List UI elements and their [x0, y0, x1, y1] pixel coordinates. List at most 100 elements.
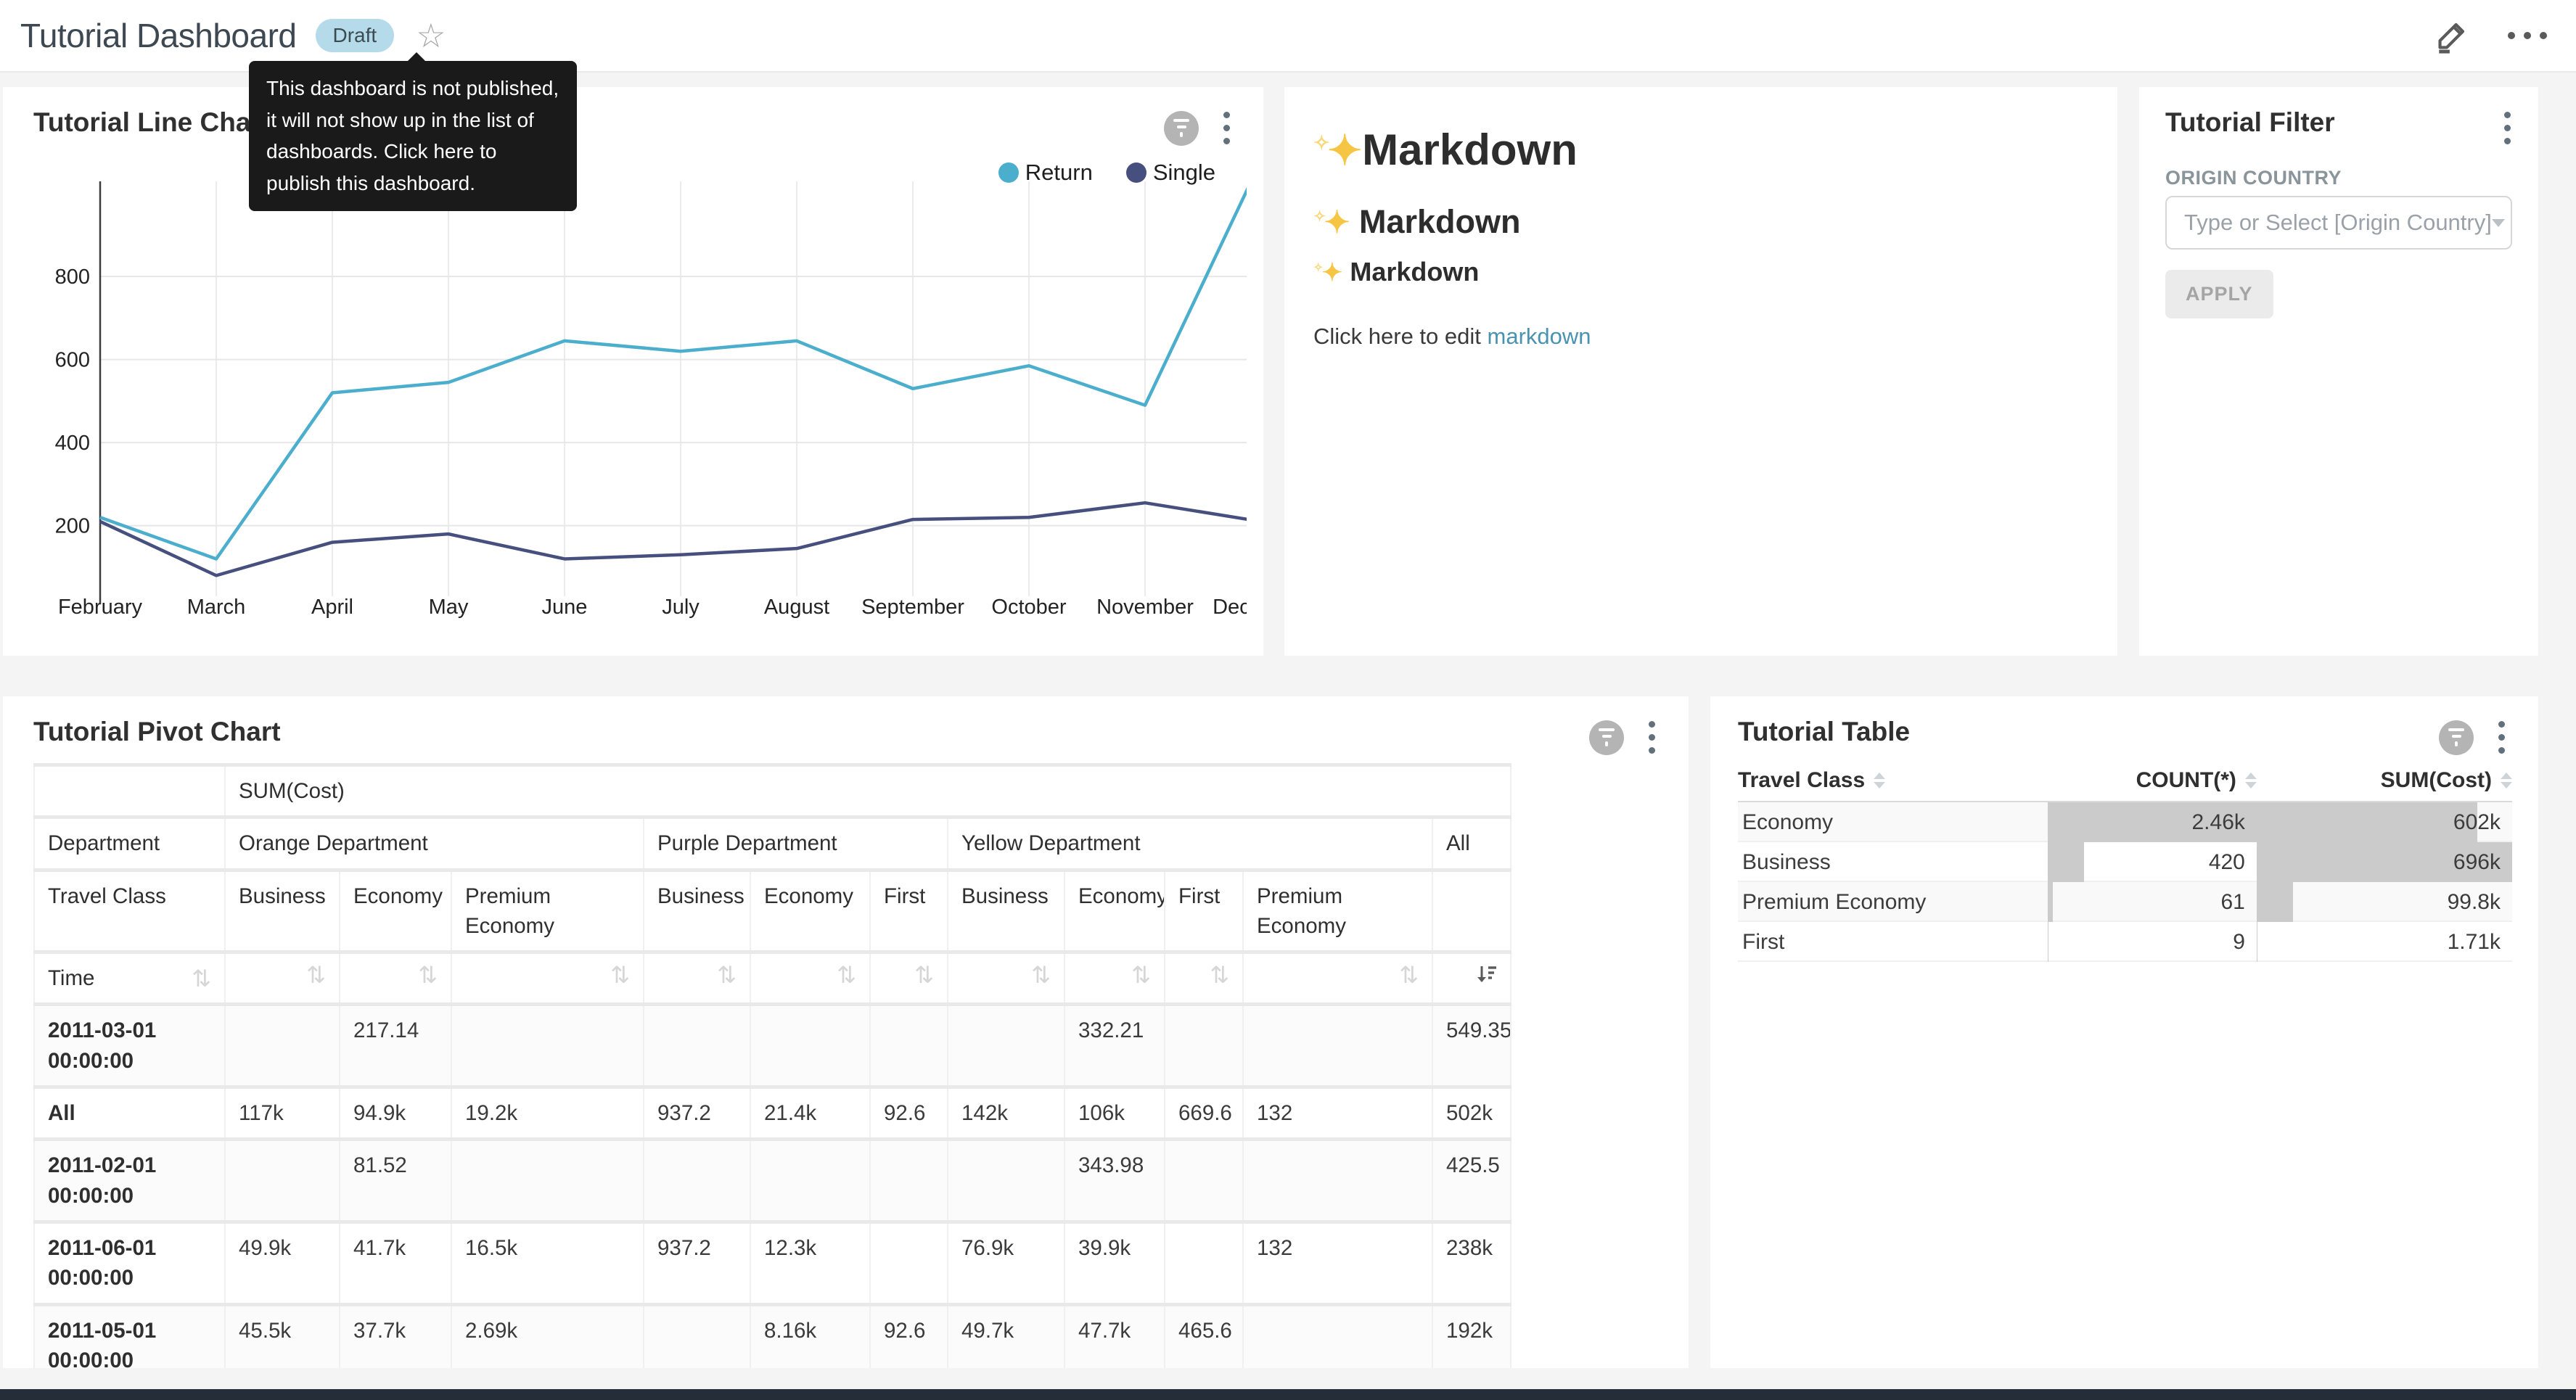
pivot-cell: 502k	[1432, 1087, 1511, 1140]
pivot-time-cell: ⇅	[870, 952, 948, 1005]
pivot-metric-row: SUM(Cost)	[34, 765, 1511, 818]
x-axis-label: October	[991, 596, 1066, 619]
pivot-time-cell: ⇅	[750, 952, 870, 1005]
pivot-time-cell: ⇅	[1243, 952, 1432, 1005]
table-card: Tutorial Table Travel ClassCOUNT(*)SUM(C…	[1710, 696, 2538, 1368]
pivot-time-cell: ⇅	[644, 952, 750, 1005]
select-placeholder: Type or Select [Origin Country]	[2184, 210, 2492, 236]
kebab-menu-icon[interactable]	[1646, 718, 1658, 757]
kebab-menu-icon[interactable]	[2495, 718, 2508, 757]
x-axis-label: December	[1213, 596, 1247, 619]
pivot-class-cell	[1432, 870, 1511, 952]
pivot-cell: 8.16k	[750, 1304, 870, 1368]
sort-icon[interactable]: ⇅	[837, 963, 856, 987]
sort-icon[interactable]: ⇅	[717, 963, 737, 987]
sort-icon[interactable]: ⇅	[1031, 963, 1051, 987]
filter-indicator-icon[interactable]	[1589, 720, 1624, 755]
kebab-menu-icon[interactable]	[1221, 109, 1233, 147]
pivot-row: 2011-02-01 00:00:0081.52343.98425.5	[34, 1140, 1511, 1222]
sum-value: 696k	[2453, 850, 2501, 874]
count-bar	[2048, 882, 2053, 922]
pivot-cell: 92.6	[870, 1087, 948, 1140]
markdown-card[interactable]: ✧✦Markdown ✧✦Markdown ✧✦Markdown Click h…	[1284, 87, 2117, 656]
draft-badge[interactable]: Draft	[316, 19, 395, 52]
pivot-cell: 669.6	[1165, 1087, 1243, 1140]
table-row[interactable]: First91.71k	[1738, 922, 2512, 962]
markdown-h2: ✧✦Markdown	[1313, 203, 1521, 241]
apply-button[interactable]: APPLY	[2165, 270, 2273, 318]
pivot-time-cell: ⇅	[225, 952, 340, 1005]
pivot-class-cell: First	[1165, 870, 1243, 952]
pivot-time-cell	[1432, 952, 1511, 1005]
count-value: 420	[2209, 850, 2245, 874]
line-chart-card: Tutorial Line Chart ReturnSingle Februar…	[3, 87, 1263, 656]
x-axis-label: September	[861, 596, 964, 619]
sort-icon[interactable]: ⇅	[418, 963, 438, 987]
filter-card-icons	[2501, 109, 2514, 147]
table-row[interactable]: Business420696k	[1738, 842, 2512, 882]
pivot-cell: 47.7k	[1065, 1304, 1165, 1368]
pivot-cell	[1165, 1222, 1243, 1304]
page-title[interactable]: Tutorial Dashboard	[20, 16, 297, 55]
count-bar	[2048, 842, 2084, 882]
sort-icon[interactable]: ⇅	[610, 963, 630, 987]
pivot-group-header: Purple Department	[644, 818, 948, 870]
sort-icon[interactable]: ⇅	[1210, 963, 1229, 987]
series-line-single	[100, 503, 1247, 575]
table-column-header[interactable]: COUNT(*)	[2048, 768, 2257, 793]
kebab-menu-icon[interactable]	[2501, 109, 2514, 147]
pivot-cell: 192k	[1432, 1304, 1511, 1368]
chevron-down-icon	[2492, 219, 2505, 227]
pivot-cell	[644, 1140, 750, 1222]
pivot-cell	[870, 1005, 948, 1087]
pivot-cell	[1243, 1304, 1432, 1368]
y-axis-label: 600	[55, 349, 90, 372]
markdown-edit-link[interactable]: markdown	[1488, 324, 1591, 349]
pivot-cell: 343.98	[1065, 1140, 1165, 1222]
sort-icon[interactable]: ⇅	[1399, 963, 1419, 987]
pivot-cell: 39.9k	[1065, 1222, 1165, 1304]
sort-icon[interactable]: ⇅	[1131, 963, 1151, 987]
pivot-cell: 117k	[225, 1087, 340, 1140]
pivot-cell	[451, 1005, 644, 1087]
pivot-group-header: All	[1432, 818, 1511, 870]
pivot-cell	[750, 1005, 870, 1087]
table-column-header[interactable]: Travel Class	[1738, 768, 2048, 793]
table-row[interactable]: Premium Economy6199.8k	[1738, 882, 2512, 922]
filter-indicator-icon[interactable]	[2439, 720, 2474, 755]
pivot-cell: 132	[1243, 1087, 1432, 1140]
edit-dashboard-icon[interactable]	[2434, 17, 2470, 54]
pivot-row: 2011-06-01 00:00:0049.9k41.7k16.5k937.21…	[34, 1222, 1511, 1304]
filter-indicator-icon[interactable]	[1164, 111, 1199, 146]
pivot-cell: 217.14	[340, 1005, 451, 1087]
pivot-cell: 41.7k	[340, 1222, 451, 1304]
sort-desc-active-icon[interactable]	[1475, 963, 1497, 985]
pivot-cell	[451, 1140, 644, 1222]
pivot-class-cell: First	[870, 870, 948, 952]
pivot-cell	[1165, 1005, 1243, 1087]
pivot-time-cell: ⇅	[451, 952, 644, 1005]
pivot-time-cell: ⇅	[1165, 952, 1243, 1005]
sort-icon[interactable]: ⇅	[192, 967, 211, 990]
pivot-cell: 549.35	[1432, 1005, 1511, 1087]
origin-country-select[interactable]: Type or Select [Origin Country]	[2165, 196, 2512, 250]
sort-carets-icon	[2501, 773, 2512, 788]
favorite-star-icon[interactable]: ☆	[416, 19, 446, 52]
pivot-cell: 132	[1243, 1222, 1432, 1304]
pivot-chart-title: Tutorial Pivot Chart	[33, 717, 281, 747]
pivot-time-cell: ⇅	[340, 952, 451, 1005]
sort-icon[interactable]: ⇅	[914, 963, 934, 987]
more-actions-icon[interactable]	[2508, 32, 2547, 39]
sparkle-icon: ✦	[1322, 259, 1343, 287]
count-cell: 9	[2048, 922, 2257, 962]
filter-card: Tutorial Filter ORIGIN COUNTRY Type or S…	[2139, 87, 2538, 656]
line-chart-title: Tutorial Line Chart	[33, 107, 270, 138]
pivot-cell: 76.9k	[948, 1222, 1065, 1304]
sum-cell: 602k	[2257, 802, 2512, 842]
pivot-cell: 2.69k	[451, 1304, 644, 1368]
pivot-table: SUM(Cost)DepartmentOrange DepartmentPurp…	[33, 763, 1511, 1368]
pivot-cell: 142k	[948, 1087, 1065, 1140]
table-column-header[interactable]: SUM(Cost)	[2257, 768, 2512, 793]
table-row[interactable]: Economy2.46k602k	[1738, 802, 2512, 842]
sort-icon[interactable]: ⇅	[306, 963, 326, 987]
